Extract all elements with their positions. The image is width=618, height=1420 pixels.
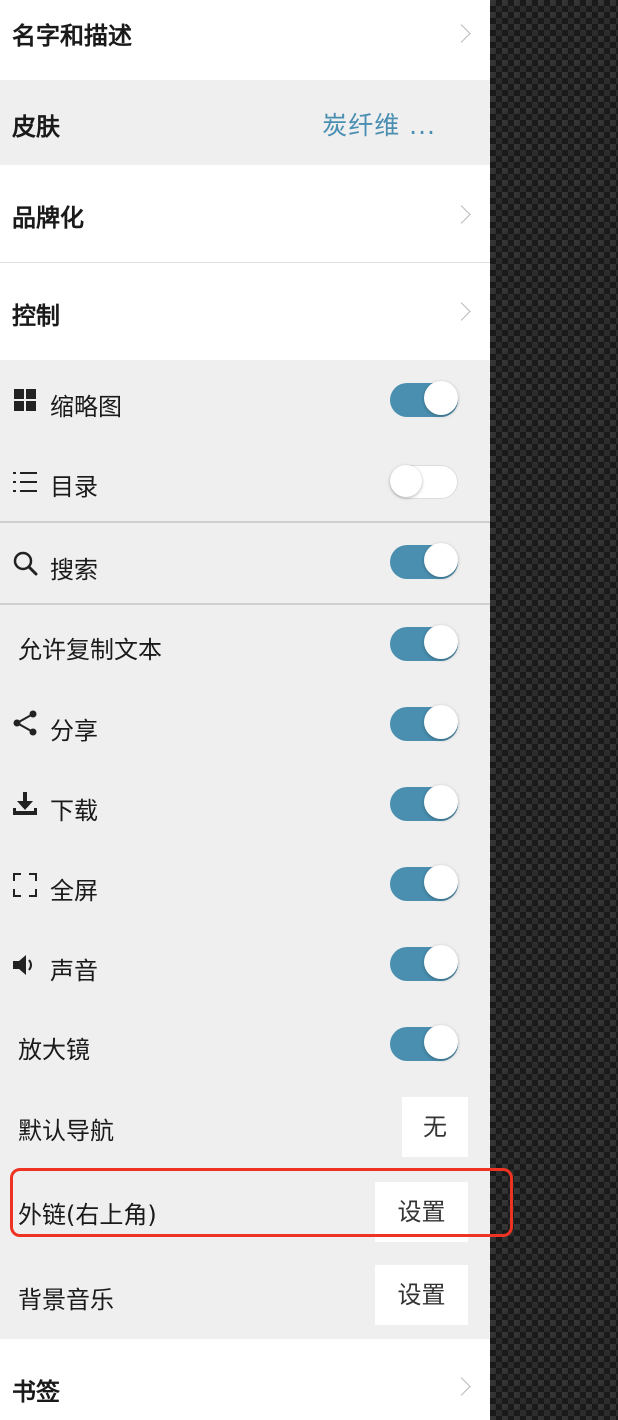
- background-music-settings-button[interactable]: 设置: [375, 1265, 468, 1325]
- branding-label: 品牌化: [12, 204, 84, 232]
- grid-icon: [14, 389, 36, 411]
- thumbnails-row: 缩略图: [0, 360, 490, 440]
- toc-toggle[interactable]: [390, 464, 458, 499]
- share-row: 分享: [0, 685, 490, 765]
- skin-label: 皮肤: [12, 113, 60, 141]
- magnifier-label: 放大镜: [18, 1036, 90, 1064]
- sound-label: 声音: [50, 957, 98, 985]
- download-icon: [13, 792, 37, 815]
- highlight-box: [10, 1168, 513, 1237]
- search-toggle[interactable]: [390, 543, 458, 579]
- sound-toggle[interactable]: [390, 945, 458, 981]
- background-music-label: 背景音乐: [18, 1286, 114, 1314]
- chevron-right-icon: [452, 302, 471, 321]
- fullscreen-label: 全屏: [50, 877, 98, 905]
- background-music-row: 背景音乐 设置: [0, 1255, 490, 1339]
- download-label: 下载: [50, 797, 98, 825]
- name-description-row[interactable]: 名字和描述: [0, 0, 490, 80]
- fullscreen-row: 全屏: [0, 845, 490, 925]
- thumbnails-toggle[interactable]: [390, 381, 458, 417]
- thumbnails-label: 缩略图: [50, 393, 122, 421]
- speaker-icon: [13, 955, 32, 975]
- chevron-right-icon: [452, 205, 471, 224]
- skin-value[interactable]: 炭纤维 ...: [322, 106, 436, 142]
- search-label: 搜索: [50, 556, 98, 584]
- default-nav-select[interactable]: 无: [402, 1097, 468, 1157]
- share-toggle[interactable]: [390, 705, 458, 741]
- controls-row[interactable]: 控制: [0, 263, 490, 360]
- default-nav-row: 默认导航 无: [0, 1085, 490, 1170]
- download-row: 下载: [0, 765, 490, 845]
- fullscreen-toggle[interactable]: [390, 865, 458, 901]
- toc-row: 目录: [0, 440, 490, 521]
- chevron-right-icon: [452, 24, 471, 43]
- name-description-label: 名字和描述: [12, 22, 132, 50]
- branding-row[interactable]: 品牌化: [0, 165, 490, 262]
- magnifier-toggle[interactable]: [390, 1025, 458, 1061]
- sound-row: 声音: [0, 925, 490, 1005]
- fullscreen-icon: [13, 873, 37, 897]
- toc-label: 目录: [50, 473, 98, 501]
- bookmarks-row[interactable]: 书签: [0, 1339, 490, 1420]
- share-label: 分享: [50, 717, 98, 745]
- magnifier-row: 放大镜: [0, 1005, 490, 1085]
- copy-text-label: 允许复制文本: [18, 636, 162, 664]
- search-icon: [13, 551, 38, 576]
- list-icon: [13, 472, 37, 492]
- controls-label: 控制: [12, 302, 60, 330]
- default-nav-label: 默认导航: [18, 1117, 114, 1145]
- share-icon: [13, 710, 37, 736]
- download-toggle[interactable]: [390, 785, 458, 821]
- copy-text-row: 允许复制文本: [0, 605, 490, 685]
- chevron-right-icon: [452, 1377, 471, 1396]
- copy-text-toggle[interactable]: [390, 625, 458, 661]
- skin-row[interactable]: 皮肤 炭纤维 ...: [0, 80, 490, 165]
- search-row: 搜索: [0, 523, 490, 603]
- bookmarks-label: 书签: [12, 1378, 60, 1406]
